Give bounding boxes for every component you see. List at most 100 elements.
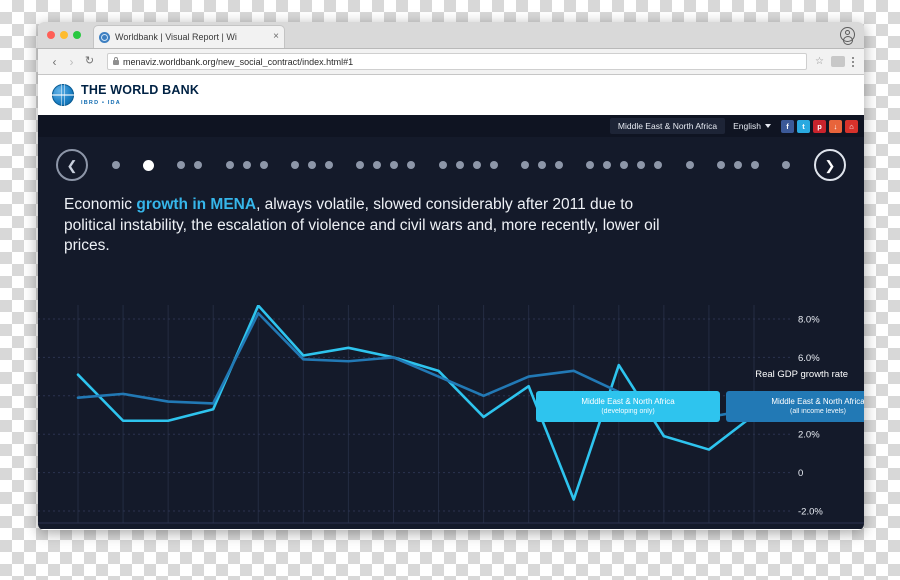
- facebook-icon[interactable]: f: [781, 119, 794, 133]
- slide-dot-group[interactable]: [586, 161, 663, 169]
- slide-dot[interactable]: [407, 161, 416, 169]
- browser-toolbar: ‹ › ↻ menaviz.worldbank.org/new_social_c…: [38, 49, 864, 75]
- slide-dot[interactable]: [373, 161, 382, 169]
- y-axis-tick: -2.0%: [798, 507, 823, 518]
- site-header: THE WORLD BANK IBRD • IDA: [38, 75, 864, 115]
- tab-title: Worldbank | Visual Report | Wi: [115, 32, 237, 42]
- slide-dot[interactable]: [225, 161, 234, 169]
- profile-icon[interactable]: [840, 27, 855, 46]
- slide-dot[interactable]: [111, 161, 120, 169]
- slide-dot-group[interactable]: [177, 161, 203, 169]
- world-bank-globe-icon: [52, 84, 74, 106]
- slide-dot[interactable]: [620, 161, 629, 169]
- headline-highlight: growth in MENA: [136, 196, 257, 213]
- pinterest-icon[interactable]: p: [813, 119, 826, 133]
- browser-tab-bar: Worldbank | Visual Report | Wi ×: [38, 22, 864, 49]
- slide-dot[interactable]: [472, 161, 481, 169]
- slide-dot[interactable]: [685, 161, 694, 169]
- back-button[interactable]: ‹: [46, 56, 63, 68]
- slide-dot[interactable]: [177, 161, 186, 169]
- social-links[interactable]: f t p ↓ ⌂: [781, 119, 858, 133]
- slide-dot[interactable]: [455, 161, 464, 169]
- url-path: /new_social_contract/index.html#1: [215, 56, 354, 67]
- slide-dot-group[interactable]: [290, 161, 333, 169]
- slide-navigation: ❮ ❯: [38, 137, 864, 193]
- slide-dot[interactable]: [242, 161, 251, 169]
- slide-dot[interactable]: [603, 161, 612, 169]
- next-slide-button[interactable]: ❯: [814, 149, 846, 181]
- y-axis-tick: 2.0%: [798, 430, 820, 441]
- slide-dot[interactable]: [142, 159, 154, 171]
- slide-dot[interactable]: [716, 161, 725, 169]
- y-axis-tick: 8.0%: [798, 315, 820, 326]
- twitter-icon[interactable]: t: [797, 119, 810, 133]
- chart-legend[interactable]: Middle East & North Africa (developing o…: [536, 391, 864, 423]
- region-selector[interactable]: Middle East & North Africa: [609, 118, 726, 134]
- site-logo-text: THE WORLD BANK: [81, 83, 200, 98]
- prev-slide-button[interactable]: ❮: [56, 149, 88, 181]
- page-content: THE WORLD BANK IBRD • IDA Middle East & …: [38, 75, 864, 529]
- chevron-down-icon: [765, 124, 771, 128]
- slide-dots[interactable]: [88, 159, 814, 171]
- slide-dot[interactable]: [356, 161, 365, 169]
- slide-dot[interactable]: [259, 161, 268, 169]
- slide-dot[interactable]: [307, 161, 316, 169]
- slide-dot-group[interactable]: [716, 161, 759, 169]
- slide-dot[interactable]: [782, 161, 791, 169]
- favicon-icon: [99, 31, 110, 43]
- slide-dot[interactable]: [750, 161, 759, 169]
- headline-part1: Economic: [64, 196, 137, 213]
- minimize-window-button[interactable]: [60, 31, 68, 39]
- slide-dot[interactable]: [324, 161, 333, 169]
- slide-dot[interactable]: [654, 161, 663, 169]
- slide-dot-group[interactable]: [782, 161, 791, 169]
- slide-dot[interactable]: [637, 161, 646, 169]
- slide-headline: Economic growth in MENA, always volatile…: [38, 193, 688, 257]
- language-selector[interactable]: English: [727, 118, 777, 134]
- browser-menu-icon[interactable]: [852, 56, 854, 67]
- slide-dot[interactable]: [586, 161, 595, 169]
- address-bar[interactable]: menaviz.worldbank.org/new_social_contrac…: [107, 53, 808, 70]
- slide-dot[interactable]: [489, 161, 498, 169]
- viz-topbar: Middle East & North Africa English f t p…: [38, 115, 864, 137]
- site-logo-subtext: IBRD • IDA: [81, 99, 121, 106]
- slide-dot-group[interactable]: [142, 159, 154, 171]
- slide-dot[interactable]: [438, 161, 447, 169]
- legend-label-developing: Middle East & North Africa: [581, 397, 675, 406]
- slide-dot-group[interactable]: [356, 161, 416, 169]
- share-icon[interactable]: ↓: [829, 119, 842, 133]
- window-controls[interactable]: [47, 31, 81, 39]
- slide-dot-group[interactable]: [111, 161, 120, 169]
- reload-button[interactable]: ↻: [81, 56, 98, 67]
- forward-button[interactable]: ›: [63, 56, 80, 68]
- bookmark-star-icon[interactable]: ☆: [815, 56, 824, 67]
- legend-item-all-income[interactable]: Middle East & North Africa (all income l…: [726, 391, 864, 423]
- slide-dot-group[interactable]: [225, 161, 268, 169]
- extension-icon[interactable]: [831, 56, 845, 67]
- language-label: English: [733, 121, 761, 131]
- slide-dot[interactable]: [733, 161, 742, 169]
- slide-dot[interactable]: [390, 161, 399, 169]
- browser-window: Worldbank | Visual Report | Wi × ‹ › ↻ m…: [38, 22, 864, 530]
- slide-dot[interactable]: [194, 161, 203, 169]
- slide-dot-group[interactable]: [685, 161, 694, 169]
- slide-dot-group[interactable]: [520, 161, 563, 169]
- url-domain: menaviz.worldbank.org: [123, 56, 216, 67]
- close-tab-icon[interactable]: ×: [273, 32, 279, 42]
- close-window-button[interactable]: [47, 31, 55, 39]
- y-axis-tick: 6.0%: [798, 353, 820, 364]
- slide-dot[interactable]: [520, 161, 529, 169]
- home-icon[interactable]: ⌂: [845, 119, 858, 133]
- y-axis-tick: 0: [798, 468, 803, 479]
- browser-tab[interactable]: Worldbank | Visual Report | Wi ×: [93, 25, 285, 48]
- legend-label-all-income: Middle East & North Africa: [771, 397, 864, 406]
- visualization-panel: Middle East & North Africa English f t p…: [38, 115, 864, 529]
- y-axis-label: Real GDP growth rate: [755, 369, 848, 380]
- slide-dot[interactable]: [554, 161, 563, 169]
- maximize-window-button[interactable]: [73, 31, 81, 39]
- legend-item-developing[interactable]: Middle East & North Africa (developing o…: [536, 391, 720, 423]
- slide-dot[interactable]: [290, 161, 299, 169]
- lock-icon: [113, 57, 119, 65]
- slide-dot[interactable]: [537, 161, 546, 169]
- slide-dot-group[interactable]: [438, 161, 498, 169]
